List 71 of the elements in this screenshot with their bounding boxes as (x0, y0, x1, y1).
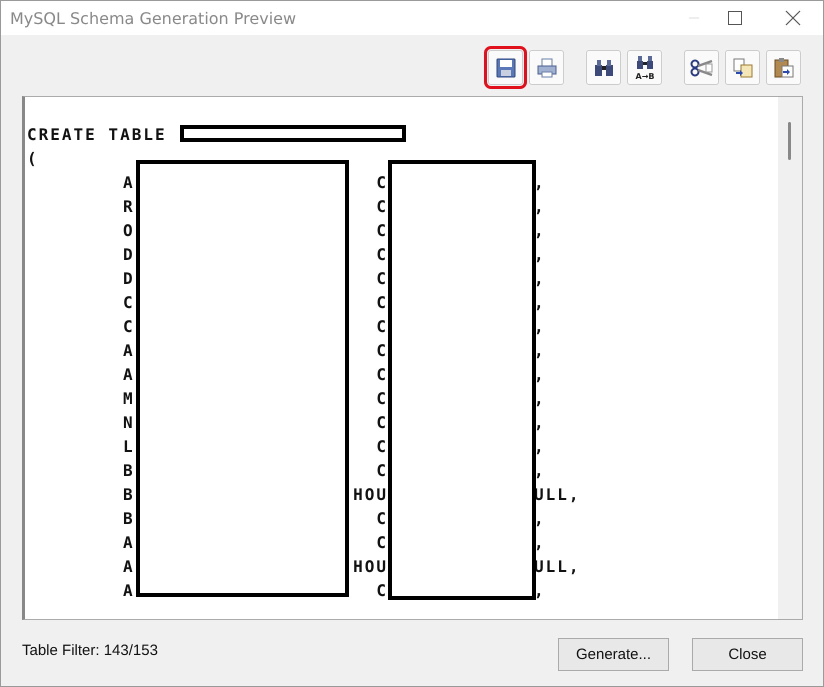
generate-button[interactable]: Generate... (558, 638, 669, 671)
code-text: , (534, 580, 546, 602)
code-text: , (534, 340, 546, 362)
code-text: A (123, 340, 135, 362)
code-text: C (376, 364, 388, 386)
code-text: A (123, 532, 135, 554)
maximize-icon (727, 10, 743, 26)
code-text: C (376, 244, 388, 266)
code-text: ( (27, 148, 39, 170)
code-text: B (123, 484, 135, 506)
code-text: M (123, 388, 135, 410)
code-text: C (123, 316, 135, 338)
code-text: CREATE TABLE (27, 124, 167, 146)
code-text: C (376, 532, 388, 554)
code-text: , (534, 268, 546, 290)
code-text: , (534, 316, 546, 338)
code-text: , (534, 412, 546, 434)
code-text: L (123, 436, 135, 458)
scrollbar[interactable] (778, 97, 802, 619)
code-text: , (534, 460, 546, 482)
code-text: HOU (353, 484, 388, 506)
code-text: , (534, 220, 546, 242)
code-text: C (376, 220, 388, 242)
code-text: C (376, 436, 388, 458)
code-text: O (123, 220, 135, 242)
code-text: B (123, 460, 135, 482)
paste-button[interactable] (766, 50, 801, 85)
code-text: N (123, 412, 135, 434)
code-text: C (376, 508, 388, 530)
cut-button[interactable] (684, 50, 719, 85)
code-text: , (534, 388, 546, 410)
code-text: A (123, 364, 135, 386)
close-dialog-button[interactable]: Close (692, 638, 803, 671)
printer-icon (536, 56, 558, 78)
code-text: , (534, 436, 546, 458)
code-text: C (376, 460, 388, 482)
code-text: R (123, 196, 135, 218)
code-text: , (534, 292, 546, 314)
clipboard-icon (772, 56, 794, 78)
code-text: C (376, 340, 388, 362)
code-text: , (534, 244, 546, 266)
code-text: D (123, 268, 135, 290)
copy-icon (732, 56, 754, 78)
status-text: Table Filter: 143/153 (22, 642, 158, 659)
code-text: B (123, 508, 135, 530)
code-text: , (534, 172, 546, 194)
find-button[interactable] (586, 50, 621, 85)
scissors-icon (690, 56, 714, 78)
code-text: C (376, 388, 388, 410)
code-text: , (534, 196, 546, 218)
code-text: C (376, 412, 388, 434)
code-text: C (376, 580, 388, 602)
code-text: , (534, 532, 546, 554)
close-icon (785, 10, 801, 26)
code-text: , (534, 508, 546, 530)
code-text: , (534, 364, 546, 386)
code-text: A (123, 580, 135, 602)
window-title: MySQL Schema Generation Preview (9, 8, 296, 28)
replace-button[interactable]: A→B (627, 50, 662, 85)
code-text: A (123, 556, 135, 578)
code-text: D (123, 244, 135, 266)
print-button[interactable] (529, 50, 564, 85)
code-text: C (376, 292, 388, 314)
code-text: C (376, 316, 388, 338)
code-text: C (123, 292, 135, 314)
code-text: HOU (353, 556, 388, 578)
code-text: C (376, 196, 388, 218)
copy-button[interactable] (725, 50, 760, 85)
code-text: C (376, 268, 388, 290)
code-text: C (376, 172, 388, 194)
code-text: A (123, 172, 135, 194)
